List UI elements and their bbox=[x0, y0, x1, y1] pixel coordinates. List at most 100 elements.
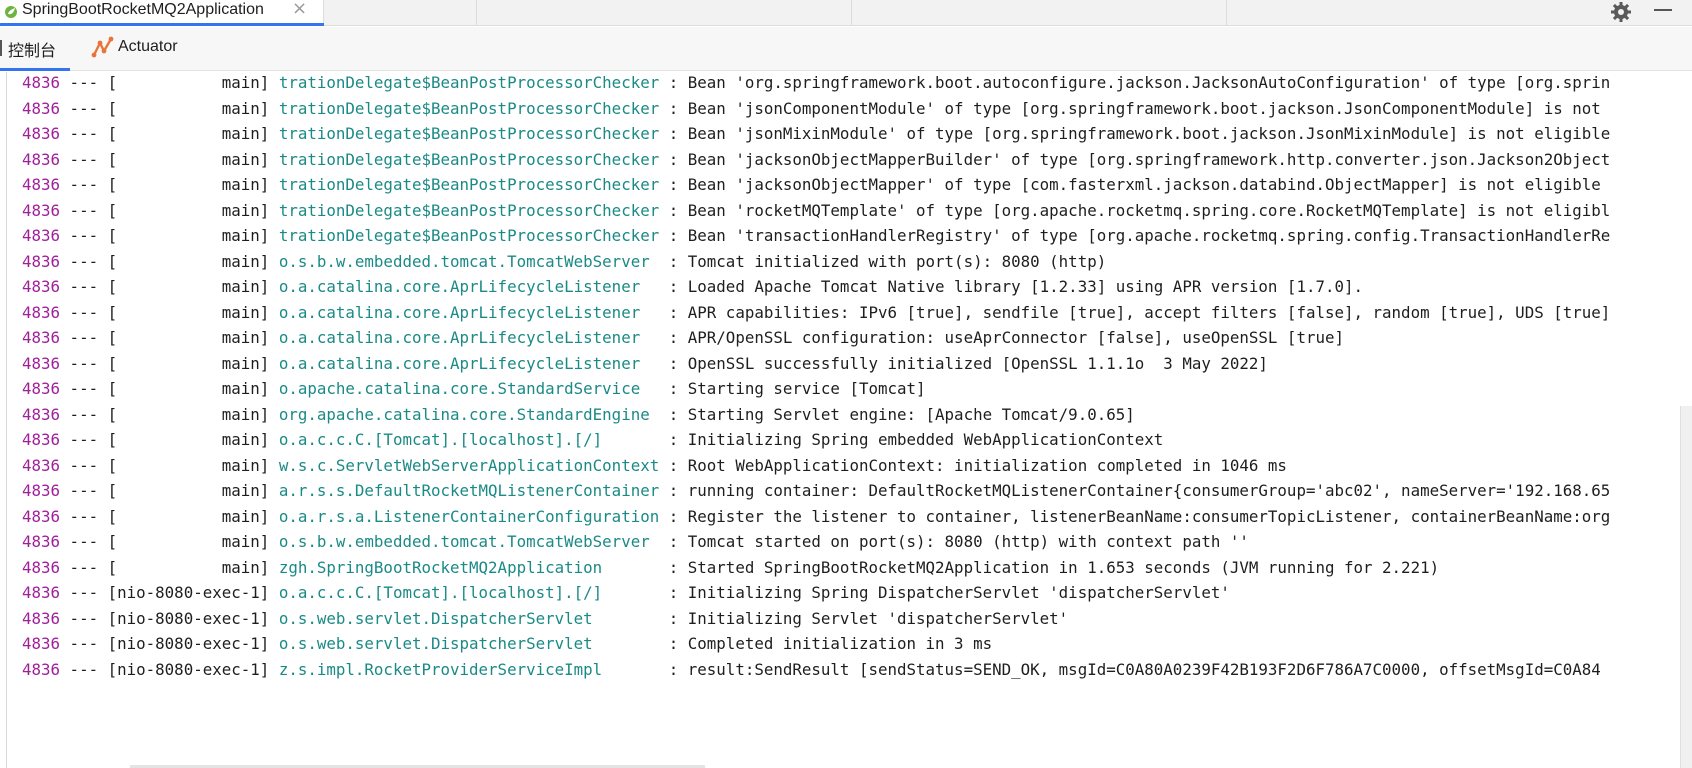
log-pid: 4836 bbox=[22, 73, 61, 92]
log-pid: 4836 bbox=[22, 506, 61, 526]
run-tab-title: SpringBootRocketMQ2Application bbox=[22, 1, 264, 18]
log-thread: [ main] bbox=[107, 149, 270, 169]
log-separator: --- bbox=[60, 149, 108, 169]
log-message: : Tomcat started on port(s): 8080 (http)… bbox=[659, 532, 1249, 551]
log-pid: 4836 bbox=[22, 583, 61, 602]
actuator-icon bbox=[91, 36, 114, 58]
log-separator: --- bbox=[60, 634, 108, 653]
log-pid: 4836 bbox=[22, 302, 61, 322]
log-separator: --- bbox=[60, 430, 108, 449]
tab-console-label: 控制台 bbox=[8, 41, 57, 60]
tab-actuator[interactable]: Actuator bbox=[88, 27, 198, 71]
log-separator: --- bbox=[60, 73, 108, 92]
log-thread: [ main] bbox=[107, 506, 270, 526]
log-thread: [ main] bbox=[107, 98, 270, 118]
log-logger: o.s.b.w.embedded.tomcat.TomcatWebServer bbox=[278, 532, 660, 551]
log-message: : OpenSSL successfully initialized [Open… bbox=[659, 353, 1268, 373]
log-line: 4836 --- [nio-8080-exec-1] o.s.web.servl… bbox=[22, 608, 1068, 635]
log-separator: --- bbox=[60, 506, 108, 526]
log-thread: [ main] bbox=[107, 379, 270, 398]
log-line: 4836 --- [ main] o.a.catalina.core.AprLi… bbox=[22, 327, 1344, 354]
spring-app-icon bbox=[5, 6, 17, 18]
log-thread: [ main] bbox=[107, 124, 270, 143]
log-message: : Register the listener to container, li… bbox=[659, 506, 1611, 526]
tab-divider bbox=[1226, 0, 1227, 26]
close-icon[interactable]: × bbox=[292, 0, 307, 19]
log-message: : Completed initialization in 3 ms bbox=[659, 634, 993, 653]
log-separator: --- bbox=[60, 481, 108, 500]
log-message: : Bean 'transactionHandlerRegistry' of t… bbox=[659, 226, 1611, 245]
log-line: 4836 --- [ main] o.s.b.w.embedded.tomcat… bbox=[22, 251, 1106, 278]
log-logger: o.s.web.servlet.DispatcherServlet bbox=[278, 608, 660, 628]
log-thread: [ main] bbox=[107, 302, 270, 322]
log-message: : Bean 'jacksonObjectMapperBuilder' of t… bbox=[659, 149, 1611, 169]
log-separator: --- bbox=[60, 583, 108, 602]
log-pid: 4836 bbox=[22, 124, 61, 143]
log-separator: --- bbox=[60, 659, 108, 679]
log-line: 4836 --- [nio-8080-exec-1] o.s.web.servl… bbox=[22, 633, 992, 660]
log-thread: [nio-8080-exec-1] bbox=[107, 659, 270, 679]
log-line: 4836 --- [ main] o.a.c.c.C.[Tomcat].[loc… bbox=[22, 429, 1163, 456]
log-message: : Bean 'jsonMixinModule' of type [org.sp… bbox=[659, 124, 1611, 143]
log-separator: --- bbox=[60, 251, 108, 271]
log-separator: --- bbox=[60, 404, 108, 424]
console-marker bbox=[0, 40, 2, 56]
run-tab-bar: SpringBootRocketMQ2Application × bbox=[0, 0, 1692, 26]
log-message: : Initializing Spring DispatcherServlet … bbox=[659, 583, 1230, 602]
log-line: 4836 --- [ main] trationDelegate$BeanPos… bbox=[22, 174, 1610, 201]
tab-actuator-label: Actuator bbox=[118, 38, 178, 55]
log-pid: 4836 bbox=[22, 557, 61, 577]
log-line: 4836 --- [ main] trationDelegate$BeanPos… bbox=[22, 200, 1610, 227]
log-logger: o.a.catalina.core.AprLifecycleListener bbox=[278, 353, 660, 373]
log-pid: 4836 bbox=[22, 98, 61, 118]
console-output[interactable]: 4836 --- [ main] trationDelegate$BeanPos… bbox=[0, 72, 1692, 768]
log-line: 4836 --- [ main] trationDelegate$BeanPos… bbox=[22, 72, 1610, 99]
minimize-icon[interactable] bbox=[1654, 9, 1672, 11]
log-thread: [ main] bbox=[107, 481, 270, 500]
log-line: 4836 --- [nio-8080-exec-1] o.a.c.c.C.[To… bbox=[22, 582, 1230, 609]
log-line: 4836 --- [ main] trationDelegate$BeanPos… bbox=[22, 98, 1610, 125]
log-thread: [ main] bbox=[107, 532, 270, 551]
log-logger: trationDelegate$BeanPostProcessorChecker bbox=[278, 175, 660, 194]
run-tab[interactable]: SpringBootRocketMQ2Application × bbox=[0, 0, 324, 26]
log-pid: 4836 bbox=[22, 659, 61, 679]
tab-console[interactable]: 控制台 bbox=[0, 27, 70, 71]
log-logger: z.s.impl.RocketProviderServiceImpl bbox=[278, 659, 660, 679]
log-pid: 4836 bbox=[22, 277, 61, 296]
log-line: 4836 --- [nio-8080-exec-1] z.s.impl.Rock… bbox=[22, 659, 1601, 686]
log-message: : APR/OpenSSL configuration: useAprConne… bbox=[659, 328, 1344, 347]
log-line: 4836 --- [ main] a.r.s.s.DefaultRocketMQ… bbox=[22, 480, 1610, 507]
log-line: 4836 --- [ main] trationDelegate$BeanPos… bbox=[22, 149, 1610, 176]
log-thread: [ main] bbox=[107, 200, 270, 220]
console-toolbar: 控制台 Actuator bbox=[0, 27, 1692, 71]
log-pid: 4836 bbox=[22, 404, 61, 424]
log-message: : Root WebApplicationContext: initializa… bbox=[659, 455, 1287, 475]
log-line: 4836 --- [ main] o.a.catalina.core.AprLi… bbox=[22, 302, 1610, 329]
log-thread: [ main] bbox=[107, 73, 270, 92]
log-pid: 4836 bbox=[22, 328, 61, 347]
log-thread: [ main] bbox=[107, 251, 270, 271]
log-message: : Starting service [Tomcat] bbox=[659, 379, 926, 398]
log-message: : running container: DefaultRocketMQList… bbox=[659, 481, 1611, 500]
log-logger: trationDelegate$BeanPostProcessorChecker bbox=[278, 124, 660, 143]
log-thread: [ main] bbox=[107, 404, 270, 424]
log-separator: --- bbox=[60, 455, 108, 475]
log-message: : Initializing Spring embedded WebApplic… bbox=[659, 430, 1164, 449]
log-message: : Started SpringBootRocketMQ2Application… bbox=[659, 557, 1440, 577]
log-message: : Tomcat initialized with port(s): 8080 … bbox=[659, 251, 1107, 271]
log-separator: --- bbox=[60, 532, 108, 551]
log-separator: --- bbox=[60, 328, 108, 347]
scrollbar-thumb[interactable] bbox=[1680, 406, 1692, 768]
log-line: 4836 --- [ main] w.s.c.ServletWebServerA… bbox=[22, 455, 1287, 482]
log-logger: o.a.catalina.core.AprLifecycleListener bbox=[278, 302, 660, 322]
log-logger: o.apache.catalina.core.StandardService bbox=[278, 379, 660, 398]
tab-divider bbox=[851, 0, 852, 26]
gutter-line bbox=[6, 72, 7, 768]
log-logger: trationDelegate$BeanPostProcessorChecker bbox=[278, 149, 660, 169]
log-logger: zgh.SpringBootRocketMQ2Application bbox=[278, 557, 660, 577]
gear-icon[interactable] bbox=[1610, 1, 1632, 23]
log-line: 4836 --- [ main] zgh.SpringBootRocketMQ2… bbox=[22, 557, 1439, 584]
log-message: : Loaded Apache Tomcat Native library [1… bbox=[659, 277, 1364, 296]
log-logger: o.a.catalina.core.AprLifecycleListener bbox=[278, 328, 660, 347]
log-logger: trationDelegate$BeanPostProcessorChecker bbox=[278, 98, 660, 118]
